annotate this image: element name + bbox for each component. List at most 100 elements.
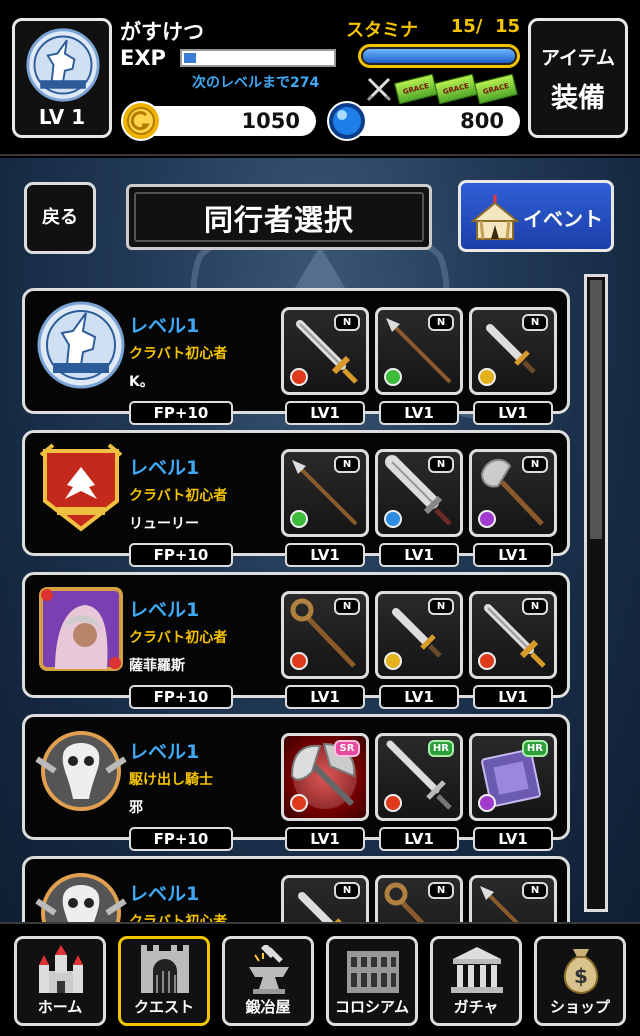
weapon-slot[interactable]: N [375,875,463,922]
weapon-slot[interactable]: N [281,449,369,537]
item-equip-label-bottom: 装備 [551,83,605,114]
rarity-badge: N [428,314,454,331]
crossed-swords-icon [366,77,392,102]
fire-element-icon [384,794,402,812]
player-name: がすけつ [120,20,204,44]
nav-quest-button[interactable]: クエスト [118,936,210,1026]
back-button[interactable]: 戻る [24,182,96,254]
weapon-level-tag: LV1 [473,827,553,851]
nav-blacksmith-button[interactable]: 鍛冶屋 [222,936,314,1026]
weapon-level-tag: LV1 [285,401,365,425]
nav-colosseum-button[interactable]: コロシアム [326,936,418,1026]
companion-name: 邪 [129,800,143,816]
nav-gacha-button[interactable]: ガチャ [430,936,522,1026]
event-button[interactable]: イベント [458,180,614,252]
weapon-slot[interactable]: N [281,307,369,395]
companion-card[interactable]: レベル1 駆け出し騎士邪 FP+10 SR LV1 HR LV1 HR LV1 [22,714,570,851]
nav-home-label: ホーム [37,998,83,1016]
exp-bar [180,49,336,67]
nav-shop-label: ショップ [549,998,610,1016]
weapon-slot[interactable]: N [469,591,557,679]
wind-element-icon [290,510,308,528]
sorceress-emblem-icon [39,587,123,671]
rarity-badge: HR [521,740,548,757]
rarity-badge: N [522,314,548,331]
nav-blacksmith-label: 鍛冶屋 [245,998,291,1016]
friend-points-tag: FP+10 [129,685,233,709]
weapon-slot[interactable]: N [375,307,463,395]
page-title-plate: 同行者選択 [126,184,432,250]
weapon-level-tag: LV1 [379,401,459,425]
friend-points-tag: FP+10 [129,827,233,851]
ticket-icon: GRACE [393,73,439,105]
companion-level: レベル1 [129,883,200,905]
weapon-slot[interactable]: N [469,875,557,922]
companion-select-screen: 戻る 同行者選択 イベント レベル1 クラバト初心者 K。 FP+10 N LV1 N LV1… [0,158,640,922]
weapon-slot[interactable]: SR [281,733,369,821]
companion-level: レベル1 [129,741,200,763]
fire-element-icon [290,794,308,812]
exp-to-next-level: 次のレベルまで274 [192,75,320,91]
light-element-icon [478,368,496,386]
item-equip-label-top: アイテム [540,47,616,69]
weapon-level-tag: LV1 [379,685,459,709]
companion-title: クラバト初心者 [129,914,228,922]
status-header: LV 1 がすけつ スタミナ 15/ 15 EXP 次のレベルまで274 GRA… [0,0,640,156]
nav-home-button[interactable]: ホーム [14,936,106,1026]
stamina-bar [358,44,520,68]
friend-points-tag: FP+10 [129,543,233,567]
nav-quest-label: クエスト [133,998,194,1016]
rarity-badge: N [334,882,360,899]
svg-text:$: $ [574,964,588,988]
weapon-level-tag: LV1 [285,685,365,709]
nav-shop-button[interactable]: $ ショップ [534,936,626,1026]
player-avatar[interactable]: LV 1 [12,18,112,138]
fire-element-icon [290,652,308,670]
weapon-slot[interactable]: N [469,449,557,537]
rarity-badge: N [428,598,454,615]
companion-card[interactable]: レベル1 クラバト初心者 薩菲羅斯 FP+10 N LV1 N LV1 N LV1 [22,572,570,709]
weapon-slot[interactable]: N [469,307,557,395]
dark-element-icon [478,510,496,528]
exp-bar-fill [184,53,196,63]
skull-emblem-icon [35,731,127,811]
ticket-icon: GRACE [433,73,479,105]
weapon-slot[interactable]: HR [469,733,557,821]
weapon-slot[interactable]: HR [375,733,463,821]
weapon-slot[interactable]: N [281,591,369,679]
fire-element-icon [478,652,496,670]
dark-element-icon [478,794,496,812]
stamina-bar-fill [363,49,515,63]
fire-element-icon [290,368,308,386]
companion-level: レベル1 [129,457,200,479]
rarity-badge: HR [427,740,454,757]
rarity-badge: SR [334,740,360,757]
scrollbar-thumb[interactable] [590,280,602,540]
rarity-badge: N [522,882,548,899]
item-equip-button[interactable]: アイテム 装備 [528,18,628,138]
companion-name: リューリー [129,516,199,532]
rarity-badge: N [428,882,454,899]
gate-icon [141,945,189,993]
companion-card[interactable]: レベル1 クラバト初心者 リューリー FP+10 N LV1 N LV1 N LV1 [22,430,570,567]
light-element-icon [384,652,402,670]
weapon-slot[interactable]: N [281,875,369,922]
companion-card[interactable]: レベル1 クラバト初心者 N N N [22,856,570,922]
rarity-badge: N [334,598,360,615]
weapon-slot[interactable]: N [375,449,463,537]
weapon-slot[interactable]: N [375,591,463,679]
rarity-badge: N [522,598,548,615]
gem-amount: 800 [460,109,504,133]
rarity-badge: N [334,314,360,331]
rarity-badge: N [428,456,454,473]
ticket-icon: GRACE [473,73,519,105]
weapon-level-tag: LV1 [473,543,553,567]
weapon-level-tag: LV1 [379,543,459,567]
skull-emblem-icon [35,873,127,922]
water-element-icon [384,510,402,528]
castle-icon [39,945,83,993]
companion-card[interactable]: レベル1 クラバト初心者 K。 FP+10 N LV1 N LV1 N LV1 [22,288,570,425]
companion-title: 駆け出し騎士 [129,772,213,788]
list-scrollbar[interactable] [584,274,608,912]
nav-colosseum-label: コロシアム [335,998,409,1016]
